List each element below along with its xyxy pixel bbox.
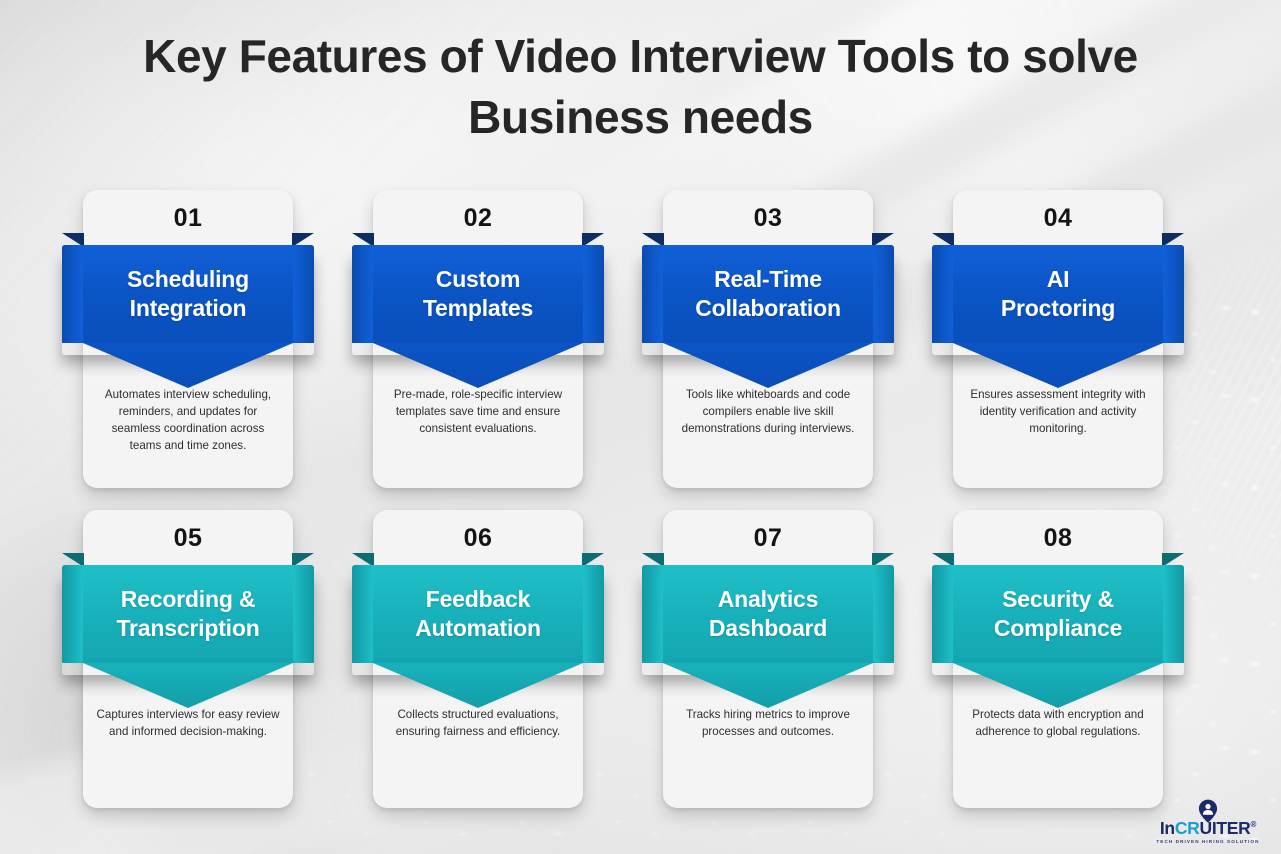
ribbon-end-right [873,565,894,663]
card-title: Recording & Transcription [83,565,293,663]
incruiter-logo[interactable]: InCRUITER® TECH DRIVEN HIRING SOLUTION [1153,799,1263,844]
card-title: Analytics Dashboard [663,565,873,663]
ribbon-pointer-icon [953,343,1163,388]
ribbon-end-left [932,565,953,663]
ribbon-end-right [583,565,604,663]
card-number: 07 [753,524,783,552]
card-ribbon: Feedback Automation [352,553,604,708]
card-number: 02 [463,204,493,232]
card-description: Tools like whiteboards and code compiler… [681,388,855,436]
feature-card[interactable]: 03 Real-Time Collaboration Tools like wh… [642,190,894,488]
card-number: 03 [753,204,783,232]
card-title: Scheduling Integration [83,245,293,343]
card-description: Pre-made, role-specific interview templa… [393,388,563,436]
logo-letters-uiter: UITER [1199,817,1251,838]
card-title: Feedback Automation [373,565,583,663]
ribbon-end-right [583,245,604,343]
feature-card[interactable]: 01 Scheduling Integration Automates inte… [62,190,314,488]
ribbon-pointer-icon [83,343,293,388]
logo-registered-mark: ® [1250,819,1257,829]
card-number: 01 [173,204,203,232]
card-ribbon: Analytics Dashboard [642,553,894,708]
ribbon-pointer-icon [953,663,1163,708]
card-description: Automates interview scheduling, reminder… [104,388,272,453]
ribbon-pointer-icon [663,343,873,388]
logo-tagline: TECH DRIVEN HIRING SOLUTION [1156,839,1260,844]
ribbon-end-left [642,565,663,663]
card-title-line-2: Templates [422,295,534,321]
ribbon-end-left [62,245,83,343]
card-title-line-2: Automation [415,615,541,641]
card-ribbon: AI Proctoring [932,233,1184,388]
card-ribbon: Security & Compliance [932,553,1184,708]
card-title-line-1: Scheduling [127,265,249,292]
ribbon-end-right [293,565,314,663]
card-title-line-2: Collaboration [695,295,841,321]
card-title: Real-Time Collaboration [663,245,873,343]
ribbon-end-left [62,565,83,663]
ribbon-end-left [642,245,663,343]
ribbon-end-left [352,245,373,343]
card-ribbon: Scheduling Integration [62,233,314,388]
page-title: Key Features of Video Interview Tools to… [143,30,1138,143]
card-title-line-1: Analytics [717,585,819,612]
card-title-line-1: Custom [435,265,521,292]
ribbon-end-left [352,565,373,663]
card-description: Ensures assessment integrity with identi… [970,388,1146,436]
card-title-line-1: Recording & [120,585,256,612]
card-title-line-2: Integration [129,295,247,321]
card-number: 06 [463,524,493,552]
ribbon-end-right [1163,565,1184,663]
card-title-line-1: Real-Time [714,265,822,292]
ribbon-end-right [293,245,314,343]
ribbon-pointer-icon [83,663,293,708]
card-title-line-2: Dashboard [708,615,828,641]
logo-letter-n: n [1164,817,1175,838]
ribbon-pointer-icon [663,663,873,708]
card-number: 08 [1043,524,1073,552]
card-ribbon: Custom Templates [352,233,604,388]
card-title-line-1: Security & [1002,585,1114,612]
logo-letter-c: C [1174,817,1188,838]
card-title-line-1: AI [1046,265,1070,292]
feature-card[interactable]: 06 Feedback Automation Collects structur… [352,510,604,808]
ribbon-pointer-icon [373,663,583,708]
ribbon-end-right [873,245,894,343]
card-number: 04 [1043,204,1073,232]
card-description: Collects structured evaluations, ensurin… [395,708,561,739]
card-title: Security & Compliance [953,565,1163,663]
card-ribbon: Recording & Transcription [62,553,314,708]
card-title-line-2: Proctoring [1000,295,1116,321]
feature-card[interactable]: 05 Recording & Transcription Captures in… [62,510,314,808]
ribbon-end-left [932,245,953,343]
feature-card[interactable]: 07 Analytics Dashboard Tracks hiring met… [642,510,894,808]
card-title-line-2: Compliance [993,615,1123,641]
feature-card[interactable]: 08 Security & Compliance Protects data w… [932,510,1184,808]
card-title: AI Proctoring [953,245,1163,343]
card-description: Tracks hiring metrics to improve process… [686,708,850,739]
card-description: Protects data with encryption and adhere… [972,708,1144,739]
card-ribbon: Real-Time Collaboration [642,233,894,388]
logo-wordmark: InCRUITER® [1153,817,1263,838]
feature-card[interactable]: 02 Custom Templates Pre-made, role-speci… [352,190,604,488]
logo-letter-r: R [1187,817,1200,838]
feature-card-grid: 01 Scheduling Integration Automates inte… [62,190,1201,808]
ribbon-end-right [1163,245,1184,343]
card-title: Custom Templates [373,245,583,343]
card-description: Captures interviews for easy review and … [96,708,280,739]
card-title-line-1: Feedback [425,585,531,612]
feature-card[interactable]: 04 AI Proctoring Ensures assessment inte… [932,190,1184,488]
card-title-line-2: Transcription [116,615,260,641]
card-number: 05 [173,524,203,552]
ribbon-pointer-icon [373,343,583,388]
